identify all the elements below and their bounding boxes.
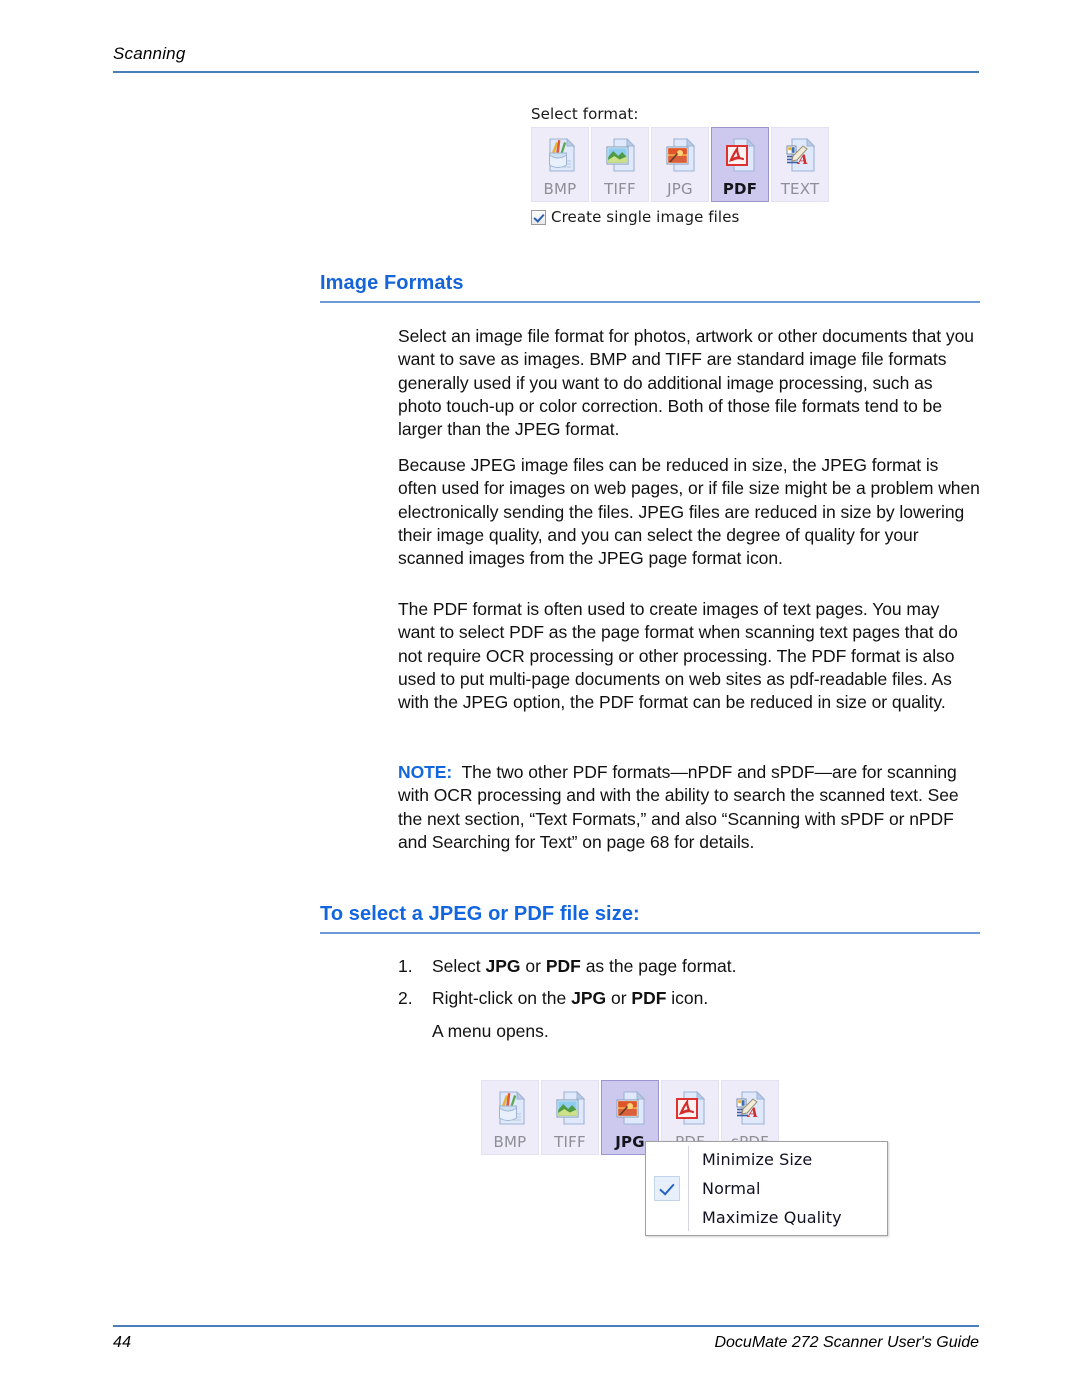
step-bold-pdf: PDF [545, 956, 581, 976]
running-head: Scanning [113, 44, 186, 63]
spdf-file-icon: A [728, 1086, 772, 1130]
format-tile-tiff[interactable]: TIFF [541, 1080, 599, 1155]
jpg-file-icon [608, 1086, 652, 1130]
step-text: Right-click on the JPG or PDF icon. [432, 988, 709, 1009]
paragraph-3: The PDF format is often used to create i… [398, 599, 958, 713]
note-tag: NOTE: [398, 762, 453, 782]
step-bold-jpg: JPG [571, 988, 607, 1009]
list-item: 1. Select JPG or PDF as the page format. [398, 955, 980, 978]
subsection-title: To select a JPEG or PDF file size: [320, 903, 640, 925]
format-tile-caption: TIFF [554, 1133, 586, 1151]
page-footer: 44 DocuMate 272 Scanner User's Guide [113, 1318, 979, 1352]
substep-text: A menu opens. [432, 1020, 549, 1041]
format-tile-pdf[interactable]: PDF [711, 127, 769, 202]
pdf-file-icon [668, 1086, 712, 1130]
create-single-image-files-checkbox[interactable]: Create single image files [531, 208, 829, 226]
checkbox-box[interactable] [531, 209, 546, 225]
page-title: Image Formats [320, 272, 464, 294]
format-tile-tiff[interactable]: TIFF [591, 127, 649, 202]
heading-rule [320, 301, 980, 303]
step-bold-jpg: JPG [485, 956, 521, 976]
format-tile-caption: BMP [543, 180, 577, 198]
menu-item-minimize-size[interactable]: Minimize Size [646, 1145, 887, 1174]
paragraph-2: Because JPEG image files can be reduced … [398, 455, 980, 569]
note-text: The two other PDF formats—nPDF and sPDF—… [398, 762, 959, 852]
note-block: NOTE: The two other PDF formats—nPDF and… [398, 761, 980, 854]
pdf-file-icon [718, 133, 762, 177]
step-number: 1. [398, 956, 413, 976]
step-bold-pdf: PDF [631, 988, 667, 1009]
step-number: 2. [398, 988, 413, 1009]
steps-list: 1. Select JPG or PDF as the page format.… [398, 955, 980, 1043]
header-rule [113, 71, 979, 73]
format-tile-caption: PDF [722, 180, 758, 198]
menu-item-maximize-quality[interactable]: Maximize Quality [646, 1203, 887, 1232]
menu-item-normal[interactable]: Normal [646, 1174, 887, 1203]
format-tile-bmp[interactable]: BMP [481, 1080, 539, 1155]
menu-item-label: Maximize Quality [702, 1208, 842, 1227]
format-tile-caption: JPG [667, 180, 693, 198]
tiff-file-icon [548, 1086, 592, 1130]
format-tile-bmp[interactable]: BMP [531, 127, 589, 202]
guide-title: DocuMate 272 Scanner User's Guide [714, 1334, 979, 1351]
footer-rule [113, 1325, 979, 1327]
list-item: 2. Right-click on the JPG or PDF icon. [398, 987, 980, 1010]
checkbox-label: Create single image files [551, 208, 740, 226]
step-text: Select JPG or PDF as the page format. [432, 956, 737, 976]
menu-check-slot [646, 1203, 688, 1232]
select-format-label: Select format: [531, 105, 639, 123]
image-formats-section: Image Formats [320, 272, 980, 303]
menu-check-slot [646, 1145, 688, 1174]
bmp-file-icon [538, 133, 582, 177]
menu-check-slot [646, 1174, 688, 1203]
subheading-rule [320, 932, 980, 934]
menu-item-label: Normal [702, 1179, 761, 1198]
tiff-file-icon [598, 133, 642, 177]
bmp-file-icon [488, 1086, 532, 1130]
checkmark-icon [654, 1176, 680, 1201]
paragraph-1: Select an image file format for photos, … [398, 326, 974, 440]
format-tile-row: BMP TIFF JPG PDF A TEXT [531, 127, 829, 202]
format-tile-caption: BMP [493, 1133, 527, 1151]
text-file-icon: A [778, 133, 822, 177]
menu-item-label: Minimize Size [702, 1150, 813, 1169]
jpeg-size-context-menu[interactable]: Minimize Size Normal Maximize Quality [645, 1141, 888, 1236]
format-tile-caption: JPG [615, 1133, 645, 1151]
format-tile-text[interactable]: A TEXT [771, 127, 829, 202]
file-size-section: To select a JPEG or PDF file size: [320, 903, 980, 934]
format-tile-caption: TIFF [604, 180, 636, 198]
format-tile-caption: TEXT [780, 180, 820, 198]
format-tile-jpg[interactable]: JPG [651, 127, 709, 202]
page-header: Scanning [113, 44, 979, 73]
jpg-file-icon [658, 133, 702, 177]
select-format-widget: Select format: BMP TIFF JPG PDF A TEXT C… [531, 105, 829, 226]
page-number: 44 [113, 1334, 132, 1351]
